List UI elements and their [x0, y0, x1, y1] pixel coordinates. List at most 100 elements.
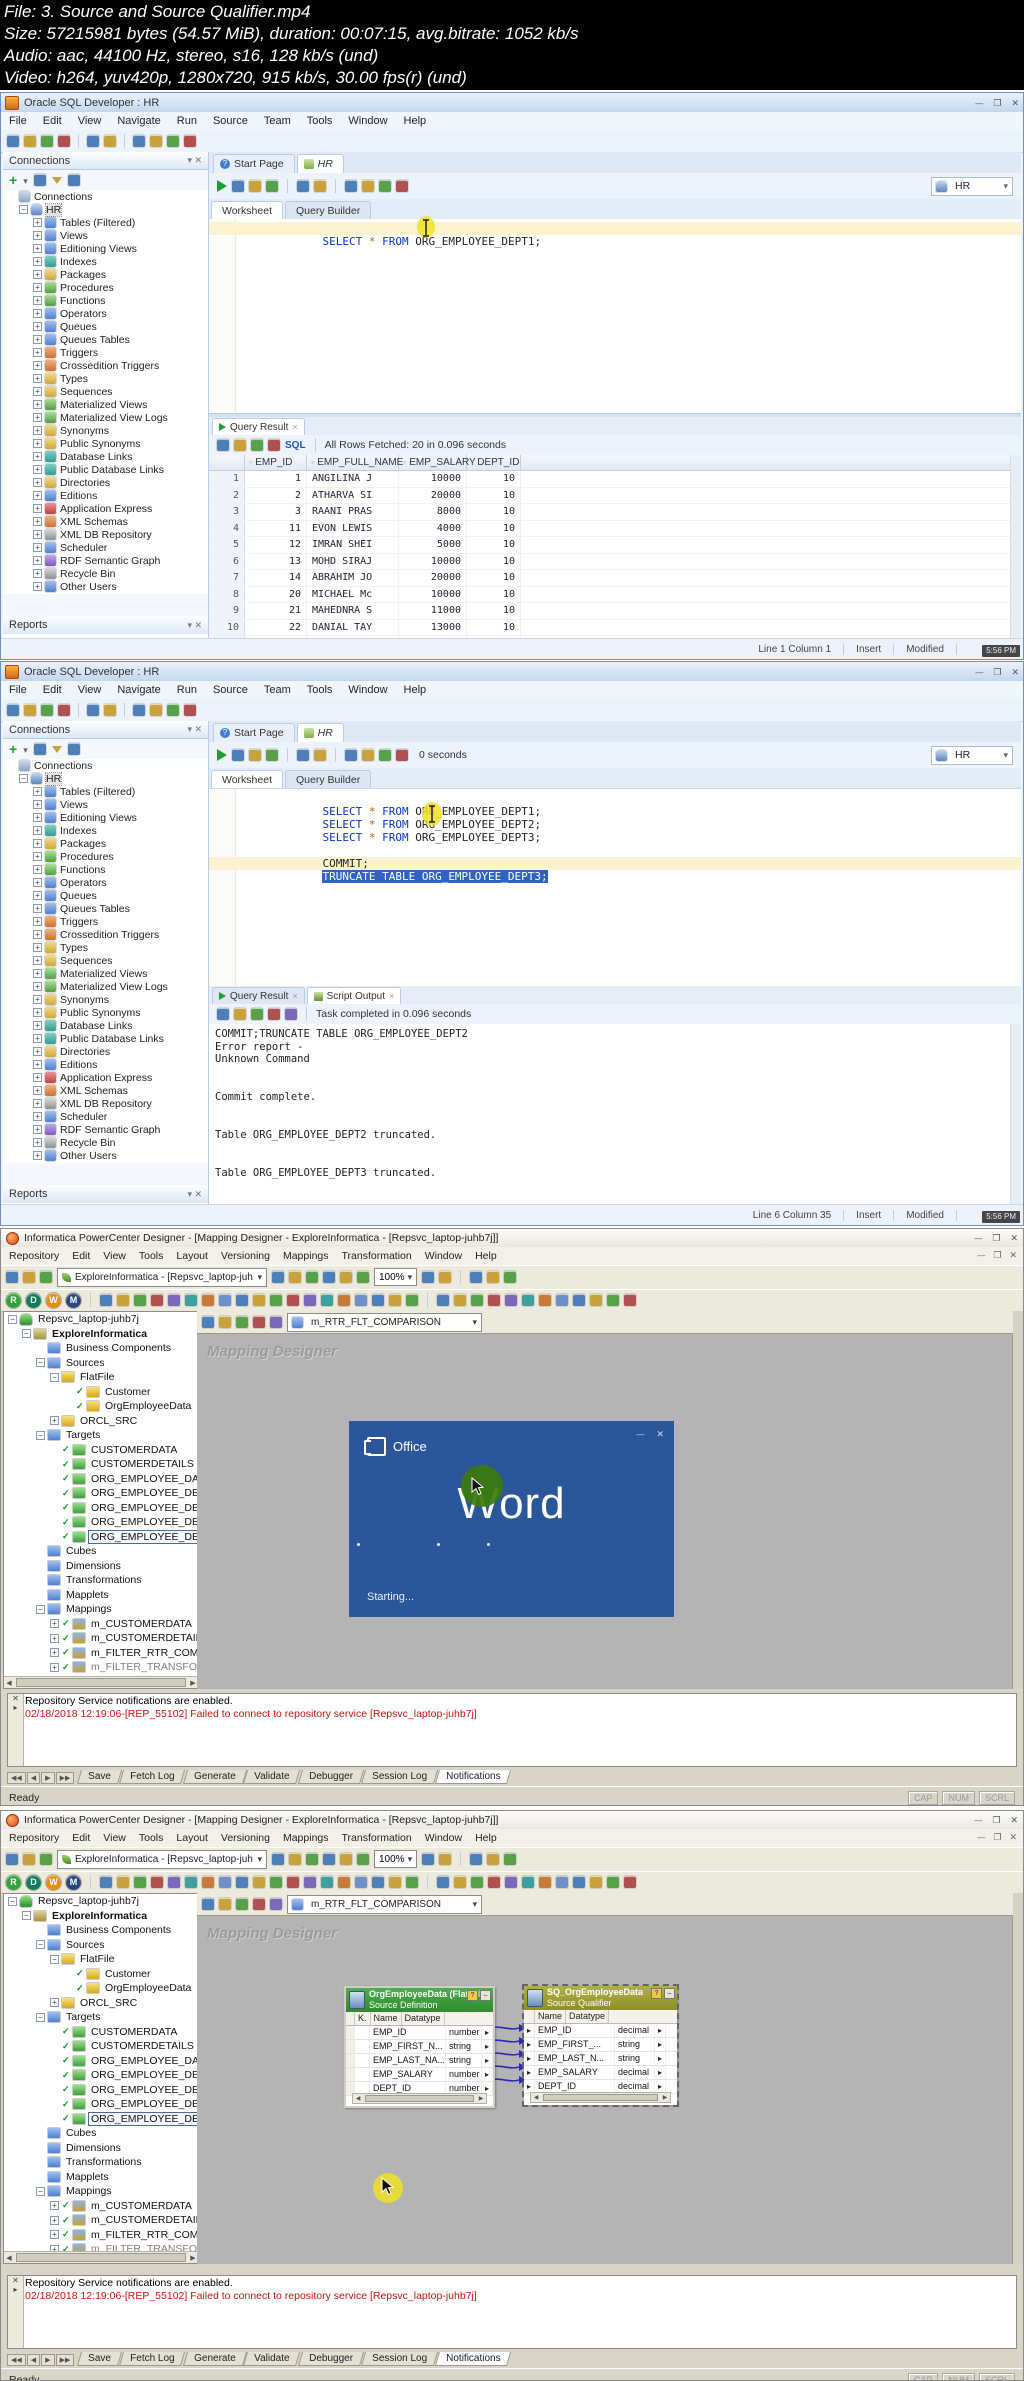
toolbar-icon[interactable]	[372, 1876, 384, 1888]
result-row[interactable]: 8 20 MICHAEL Mc 10000 10	[209, 586, 1021, 603]
expander-icon[interactable]	[33, 995, 42, 1004]
sql-badge[interactable]: SQL	[285, 440, 306, 451]
tree-item[interactable]: Connections	[3, 759, 208, 772]
repository-tool-icons[interactable]	[6, 1271, 52, 1283]
toolbar-icon[interactable]	[470, 1271, 483, 1283]
result-tab[interactable]: Query Result	[212, 418, 305, 435]
toolbar-icon[interactable]	[202, 1876, 214, 1888]
expander-icon[interactable]	[33, 904, 42, 913]
toolbar-icon[interactable]	[422, 1271, 435, 1283]
repository-tree-item[interactable]: Mapplets	[4, 1588, 198, 1603]
undo-redo-icons[interactable]	[87, 704, 116, 716]
result-row[interactable]: 10 22 DANIAL TAY 13000 10	[209, 619, 1021, 636]
toolbar-icon[interactable]	[607, 1876, 619, 1888]
window-layout-icons[interactable]	[272, 1853, 318, 1865]
toolbar-icon[interactable]	[590, 1876, 602, 1888]
toolbar-icon[interactable]	[58, 704, 70, 716]
expander-icon[interactable]	[33, 257, 42, 266]
connection-selector[interactable]: HR	[931, 176, 1013, 196]
toolbar-icon[interactable]	[185, 1294, 197, 1306]
menu-item[interactable]: Team	[264, 684, 291, 696]
worksheet-subtab[interactable]: Query Builder	[285, 201, 372, 219]
repository-tree-item[interactable]: ExploreInformatica	[4, 1327, 198, 1342]
repository-tree-item[interactable]: ORG_EMPLOYEE_DEFAULTGRP	[4, 1486, 198, 1501]
menu-item[interactable]: Window	[348, 115, 387, 127]
expander-icon[interactable]	[33, 361, 42, 370]
minimize-icon[interactable]	[974, 1232, 982, 1244]
toolbar-icon[interactable]	[362, 180, 374, 192]
toolbar-icon[interactable]	[306, 1271, 318, 1283]
grid-column-header[interactable]: EMP_FULL_NAME	[307, 455, 403, 470]
menu-item[interactable]: File	[9, 115, 27, 127]
toolbar-icon[interactable]	[624, 1294, 636, 1306]
expander-icon[interactable]	[33, 491, 42, 500]
menu-item[interactable]: View	[103, 1832, 126, 1844]
expander-icon[interactable]	[33, 1112, 42, 1121]
maximize-icon[interactable]	[992, 1814, 1000, 1826]
menu-item[interactable]: Edit	[72, 1250, 90, 1262]
expander-icon[interactable]	[33, 231, 42, 240]
expander-icon[interactable]	[33, 387, 42, 396]
script-output-tool-icons[interactable]	[217, 1008, 297, 1020]
toolbar-icon[interactable]	[488, 1876, 500, 1888]
tree-item[interactable]: Public Database Links	[3, 1032, 208, 1045]
repository-tree-item[interactable]: Mappings	[4, 2184, 198, 2199]
toolbar-icon[interactable]	[289, 1853, 301, 1865]
close-icon[interactable]	[389, 991, 394, 1002]
expander-icon[interactable]	[50, 1633, 59, 1643]
arrange-icons[interactable]	[323, 1853, 369, 1865]
tree-item[interactable]: Materialized View Logs	[3, 411, 208, 424]
zoom-selector[interactable]: 100%	[374, 1268, 418, 1286]
repository-tree-item[interactable]: ORG_EMPLOYEE_DEPT2	[4, 2097, 198, 2112]
toolbar-icon[interactable]	[58, 135, 70, 147]
toolbar-icon[interactable]	[355, 1294, 367, 1306]
add-connection-dropdown-icon[interactable]	[23, 740, 28, 758]
menu-item[interactable]: Layout	[176, 1250, 208, 1262]
repository-tree-item[interactable]: Sources	[4, 1938, 198, 1953]
tree-item[interactable]: Packages	[3, 268, 208, 281]
repository-tree-item[interactable]: m_CUSTOMERDETAILS	[4, 1631, 198, 1646]
maximize-icon[interactable]	[993, 666, 1001, 678]
tree-item[interactable]: Materialized View Logs	[3, 980, 208, 993]
tree-item[interactable]: Queues Tables	[3, 333, 208, 346]
repository-tree-item[interactable]: Mappings	[4, 1602, 198, 1617]
toolbar-icon[interactable]	[41, 135, 53, 147]
toolbar-icon[interactable]	[422, 1853, 435, 1865]
toolbar-icon[interactable]	[168, 1294, 180, 1306]
expander-icon[interactable]	[33, 1151, 42, 1160]
transformation-window-buttons[interactable]: ? –	[651, 1988, 675, 1999]
expander-icon[interactable]	[33, 439, 42, 448]
expander-icon[interactable]	[22, 1329, 31, 1339]
toolbar-icon[interactable]	[168, 1876, 180, 1888]
designer-tool-icon[interactable]: D	[26, 1292, 41, 1308]
toolbar-icon[interactable]	[306, 1853, 318, 1865]
toolbar-icon[interactable]	[217, 1008, 229, 1020]
port-row[interactable]: EMP_LAST_N... string	[524, 2052, 677, 2066]
tree-item[interactable]: Connections	[3, 190, 208, 203]
tree-item[interactable]: Types	[3, 941, 208, 954]
output-tab[interactable]: Save	[77, 2352, 123, 2366]
toolbar-icon[interactable]	[202, 1316, 214, 1328]
toolbar-icon[interactable]	[236, 1316, 248, 1328]
tree-item[interactable]: Directories	[3, 1045, 208, 1058]
tree-item[interactable]: Queues	[3, 320, 208, 333]
toolbar-icon[interactable]	[236, 1294, 248, 1306]
menu-item[interactable]: Team	[264, 115, 291, 127]
repository-tree-item[interactable]: CUSTOMERDETAILS	[4, 1457, 198, 1472]
repository-tree-item[interactable]: Mapplets	[4, 2170, 198, 2185]
commit-rollback-icons[interactable]	[297, 180, 326, 192]
transformation-window-buttons[interactable]: ? –	[467, 1990, 491, 2001]
toolbar-icon[interactable]	[345, 749, 357, 761]
toolbar-icon[interactable]	[406, 1876, 418, 1888]
menu-item[interactable]: Edit	[72, 1832, 90, 1844]
toolbar-icon[interactable]	[607, 1294, 619, 1306]
editor-line[interactable]: SELECT * FROM ORG_EMPLOYEE_DEPT1;	[243, 792, 1021, 818]
expander-icon[interactable]	[50, 2201, 59, 2211]
toolbar-icon[interactable]	[357, 1853, 369, 1865]
repository-tree-item[interactable]: Sources	[4, 1356, 198, 1371]
output-tab[interactable]: Save	[77, 1770, 123, 1784]
toolbar-icon[interactable]	[219, 1876, 231, 1888]
expander-icon[interactable]	[33, 1060, 42, 1069]
tree-item[interactable]: Operators	[3, 307, 208, 320]
repository-tree-item[interactable]: m_CUSTOMERDATA	[4, 1617, 198, 1632]
